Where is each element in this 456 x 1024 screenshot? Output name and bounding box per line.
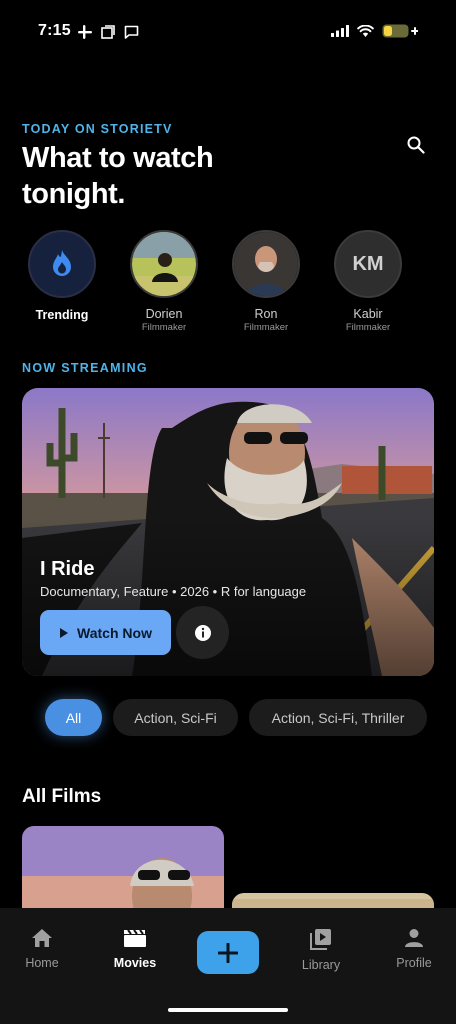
library-icon bbox=[310, 929, 331, 950]
create-button[interactable] bbox=[197, 931, 259, 974]
story-name: Kabir bbox=[353, 307, 383, 321]
play-icon bbox=[60, 627, 69, 638]
battery-icon bbox=[382, 24, 418, 38]
section-eyebrow: TODAY ON STORIETV bbox=[22, 122, 173, 136]
watch-now-button[interactable]: Watch Now bbox=[40, 610, 171, 655]
dorien-photo bbox=[132, 232, 196, 296]
profile-icon bbox=[405, 929, 423, 947]
tab-label: Library bbox=[301, 958, 341, 972]
search-button[interactable] bbox=[403, 132, 429, 158]
filter-chip-action-scifi-thriller[interactable]: Action, Sci-Fi, Thriller bbox=[249, 699, 427, 736]
hero-title: I Ride bbox=[40, 558, 95, 580]
story-name: Dorien bbox=[145, 307, 183, 321]
status-right-icons bbox=[331, 24, 418, 38]
tab-library[interactable]: Library bbox=[281, 928, 361, 972]
copy-icon bbox=[101, 25, 115, 39]
avatar-initials: KM bbox=[352, 252, 384, 275]
story-role: Filmmaker bbox=[345, 322, 391, 333]
slack-icon bbox=[78, 25, 92, 39]
home-indicator bbox=[168, 1008, 288, 1012]
section-label: NOW STREAMING bbox=[22, 361, 148, 375]
status-left-icons bbox=[78, 25, 139, 39]
story-kabir[interactable]: KM Kabir Filmmaker bbox=[324, 230, 412, 333]
search-icon bbox=[407, 136, 425, 154]
tab-profile[interactable]: Profile bbox=[374, 928, 454, 970]
section-title-all-films: All Films bbox=[22, 786, 102, 807]
story-name: Trending bbox=[35, 308, 89, 322]
tab-label: Home bbox=[25, 956, 59, 970]
hero-meta: Documentary, Feature • 2026 • R for lang… bbox=[40, 584, 307, 599]
ron-photo bbox=[234, 232, 298, 296]
tab-label: Profile bbox=[396, 956, 432, 970]
signal-icon bbox=[331, 25, 349, 37]
story-avatar bbox=[28, 230, 96, 298]
message-icon bbox=[124, 25, 139, 39]
story-avatar bbox=[130, 230, 198, 298]
page-title: What to watch tonight. bbox=[22, 142, 214, 210]
filter-chip-action-scifi[interactable]: Action, Sci-Fi bbox=[113, 699, 238, 736]
story-dorien[interactable]: Dorien Filmmaker bbox=[120, 230, 208, 333]
story-trending[interactable]: Trending bbox=[18, 230, 106, 322]
story-role: Filmmaker bbox=[141, 322, 187, 333]
home-icon bbox=[32, 929, 52, 947]
filter-chip-all[interactable]: All bbox=[45, 699, 102, 736]
story-role: Filmmaker bbox=[243, 322, 289, 333]
wifi-icon bbox=[357, 25, 374, 37]
watch-now-label: Watch Now bbox=[77, 624, 152, 641]
story-name: Ron bbox=[254, 307, 278, 321]
story-avatar: KM bbox=[334, 230, 402, 298]
story-avatar bbox=[232, 230, 300, 298]
story-ron[interactable]: Ron Filmmaker bbox=[222, 230, 310, 333]
tab-movies[interactable]: Movies bbox=[95, 928, 175, 970]
tab-label: Movies bbox=[113, 956, 157, 970]
tab-home[interactable]: Home bbox=[2, 928, 82, 970]
status-time: 7:15 bbox=[38, 22, 71, 39]
info-button[interactable] bbox=[176, 606, 229, 659]
plus-icon bbox=[218, 942, 238, 963]
info-icon bbox=[194, 624, 211, 641]
flame-icon bbox=[53, 250, 71, 276]
clapperboard-icon bbox=[124, 929, 146, 947]
